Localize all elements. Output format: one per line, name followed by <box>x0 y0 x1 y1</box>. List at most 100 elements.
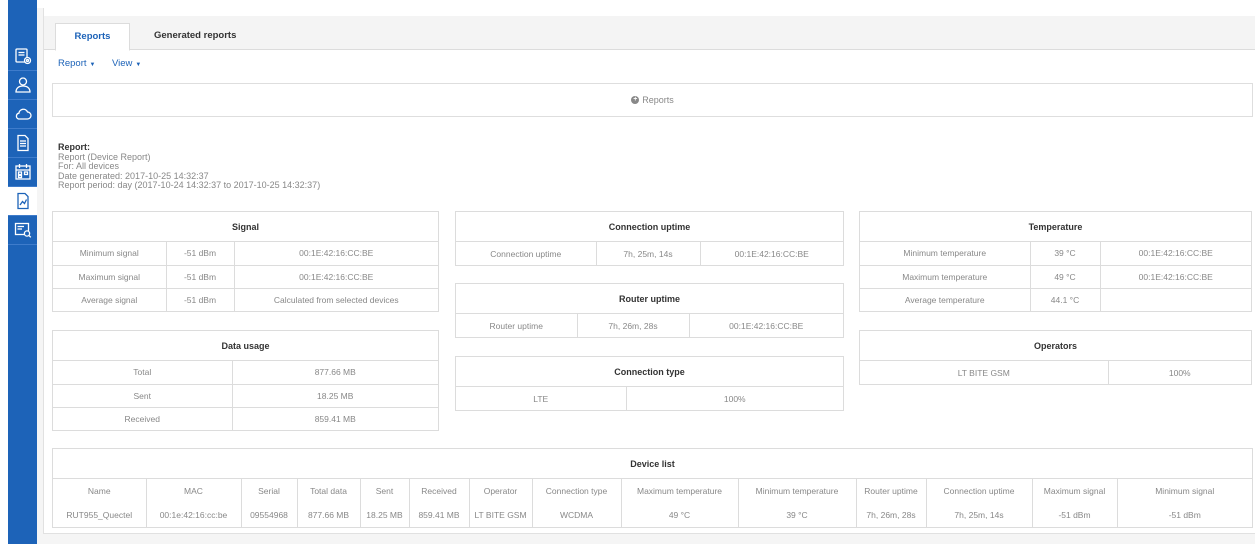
router-uptime-table: Router uptime 7h, 26m, 28s 00:1E:42:16:CC:… <box>456 314 843 337</box>
table-cell: Calculated from selected devices <box>273 294 399 305</box>
device-list-card: Device list Name MAC Serial Total data Sent R… <box>52 448 1253 528</box>
connection-uptime-table: Connection uptime 7h, 25m, 14s 00:1E:42:16… <box>456 242 843 265</box>
connection-uptime-card: Connection uptime Connection uptime 7h, 2… <box>455 211 844 266</box>
connection-uptime-rows: Connection uptime 7h, 25m, 14s 00:1E:42:16… <box>456 242 843 265</box>
table-cell: 877.66 MB <box>297 503 361 527</box>
table-cell: -51 dBm <box>166 288 235 311</box>
table-cell: 49 °C <box>621 503 739 527</box>
tab-generated-reports[interactable]: Generated reports <box>136 23 254 50</box>
tab-bar: Reports Generated reports <box>44 16 1255 51</box>
content-panel: Reports Generated reports Report ▼ View ▼ … <box>43 8 1255 534</box>
table-row: Average signal -51 dBm Calculated from sel… <box>53 288 438 311</box>
table-cell: 49 °C <box>1030 265 1101 289</box>
sidebar-item-device-management[interactable] <box>8 42 37 71</box>
sidebar-item-tasks[interactable] <box>8 158 37 187</box>
table-cell: 44.1 °C <box>1030 288 1101 311</box>
table-cell: 7h, 25m, 14s <box>926 503 1033 527</box>
toolbar: Report ▼ View ▼ <box>58 58 155 72</box>
column-header[interactable]: MAC <box>146 479 242 503</box>
device-list-table: Name MAC Serial Total data Sent Received Opera… <box>53 479 1252 527</box>
reports-toggle[interactable]: + Reports <box>52 83 1253 117</box>
table-cell: Average signal <box>53 288 167 311</box>
table-row: Maximum signal -51 dBm 00:1E:42:16:CC:BE <box>53 265 438 289</box>
sidebar-item-files[interactable] <box>8 129 37 158</box>
table-row: LT BITE GSM 100% <box>860 361 1251 384</box>
table-cell: Connection uptime <box>456 242 597 265</box>
table-cell: 00:1E:42:16:CC:BE <box>729 320 804 331</box>
report-chart-icon <box>16 192 29 210</box>
reports-toggle-label: Reports <box>642 95 674 105</box>
column-header[interactable]: Serial <box>241 479 298 503</box>
sidebar-item-users[interactable] <box>8 71 37 100</box>
temperature-card: Temperature Minimum temperature 39 °C 00:1… <box>859 211 1252 312</box>
cloud-icon <box>15 108 32 120</box>
operators-table: LT BITE GSM 100% <box>860 361 1251 384</box>
column-header[interactable]: Operator <box>469 479 533 503</box>
column-header[interactable]: Maximum signal <box>1032 479 1118 503</box>
operators-rows: LT BITE GSM 100% <box>860 361 1251 384</box>
table-cell: 39 °C <box>1030 242 1101 266</box>
sidebar <box>8 0 37 544</box>
column-header[interactable]: Maximum temperature <box>621 479 739 503</box>
column-header[interactable]: Received <box>409 479 470 503</box>
table-cell: RUT955_Quectel <box>53 503 147 527</box>
temperature-rows: Minimum temperature 39 °C 00:1E:42:16:CC:B… <box>860 242 1251 311</box>
table-cell: LT BITE GSM <box>860 361 1109 384</box>
table-cell: 859.41 MB <box>409 503 470 527</box>
table-row: RUT955_Quectel 00:1e:42:16:cc:be 09554968 8… <box>53 503 1252 527</box>
device-settings-icon <box>14 48 31 65</box>
column-header[interactable]: Connection uptime <box>926 479 1033 503</box>
device-list-header-row: Name MAC Serial Total data Sent Received Opera… <box>53 479 1252 503</box>
connection-type-card: Connection type LTE 100% <box>455 356 844 411</box>
data-usage-card: Data usage Total 877.66 MB Sent 18.25 MB Rec… <box>52 330 439 431</box>
list-search-icon <box>14 222 31 238</box>
sidebar-item-reports[interactable] <box>8 187 37 216</box>
sidebar-item-logs[interactable] <box>8 216 37 245</box>
signal-rows: Minimum signal -51 dBm 00:1E:42:16:CC:BE Ma… <box>53 242 438 311</box>
column-header[interactable]: Name <box>53 479 147 503</box>
table-cell: LTE <box>456 387 627 410</box>
view-menu[interactable]: View ▼ <box>112 58 141 69</box>
main-area: Reports Generated reports Report ▼ View ▼ … <box>37 0 1255 544</box>
column-header[interactable]: Total data <box>297 479 361 503</box>
table-cell: -51 dBm <box>1032 503 1118 527</box>
table-row: Maximum temperature 49 °C 00:1E:42:16:CC:B… <box>860 265 1251 289</box>
connection-type-title: Connection type <box>456 357 843 387</box>
report-menu[interactable]: Report ▼ <box>58 58 95 69</box>
column-header[interactable]: Connection type <box>532 479 622 503</box>
column-header[interactable]: Minimum temperature <box>738 479 857 503</box>
table-cell: Sent <box>53 384 233 408</box>
caret-down-icon: ▼ <box>89 62 96 68</box>
table-cell: Average temperature <box>860 288 1031 311</box>
table-cell: Maximum temperature <box>860 265 1031 289</box>
table-row: Minimum temperature 39 °C 00:1E:42:16:CC:B… <box>860 242 1251 266</box>
plus-circle-icon: + <box>631 96 640 104</box>
data-usage-table: Total 877.66 MB Sent 18.25 MB Received 859.41… <box>53 361 438 430</box>
table-row: Sent 18.25 MB <box>53 384 438 408</box>
tab-reports[interactable]: Reports <box>55 23 130 51</box>
signal-table: Minimum signal -51 dBm 00:1E:42:16:CC:BE Ma… <box>53 242 438 311</box>
temperature-title: Temperature <box>860 212 1251 242</box>
table-cell: 00:1E:42:16:CC:BE <box>734 248 809 259</box>
report-period: Report period: day (2017-10-24 14:32:37 … <box>58 180 321 190</box>
column-header[interactable]: Router uptime <box>856 479 927 503</box>
column-header[interactable]: Sent <box>360 479 410 503</box>
table-cell: Minimum temperature <box>860 242 1031 266</box>
data-usage-title: Data usage <box>53 331 438 361</box>
report-menu-label: Report <box>58 58 87 69</box>
signal-card: Signal Minimum signal -51 dBm 00:1E:42:16:… <box>52 211 439 312</box>
table-cell: LT BITE GSM <box>469 503 533 527</box>
table-cell: 18.25 MB <box>232 384 438 408</box>
sidebar-item-cloud[interactable] <box>8 100 37 129</box>
caret-down-icon: ▼ <box>135 62 142 68</box>
view-menu-label: View <box>111 58 133 69</box>
router-uptime-rows: Router uptime 7h, 26m, 28s 00:1E:42:16:CC:… <box>456 314 843 337</box>
router-uptime-title: Router uptime <box>456 284 843 314</box>
table-cell: 100% <box>1168 367 1191 378</box>
table-cell: 00:1E:42:16:CC:BE <box>234 265 438 289</box>
calendar-icon <box>14 164 31 180</box>
column-header[interactable]: Minimum signal <box>1117 479 1252 503</box>
table-cell: Received <box>53 407 233 430</box>
report-info: Report: Report (Device Report) For: All … <box>58 142 321 191</box>
operators-title: Operators <box>860 331 1251 361</box>
